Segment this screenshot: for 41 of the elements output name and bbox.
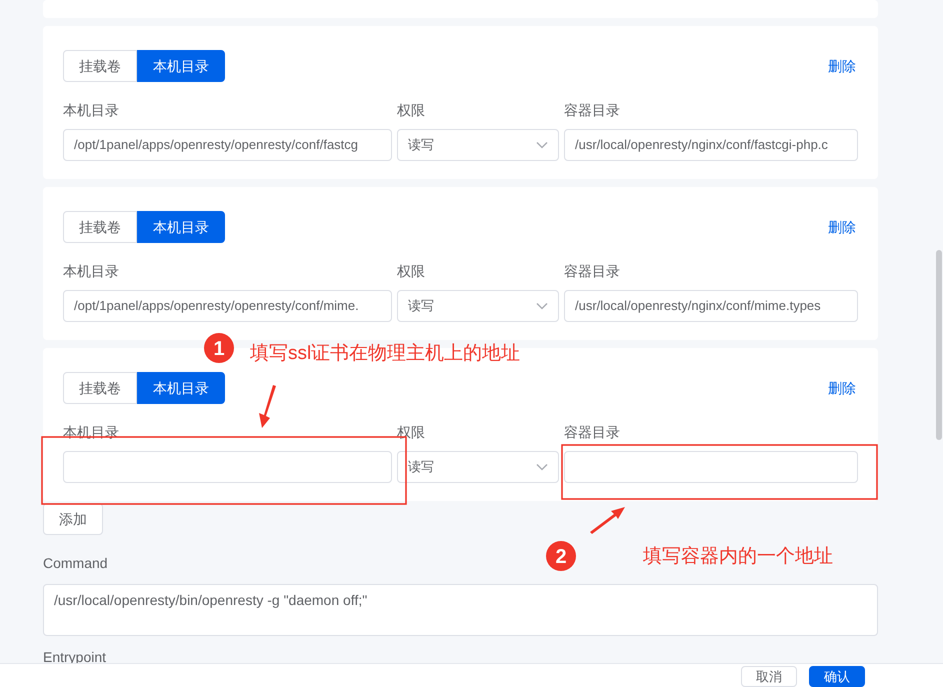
field-label: 容器目录 <box>564 262 620 281</box>
field-label: Entrypoint <box>43 650 106 664</box>
type-toggle[interactable]: 挂载卷 <box>63 372 137 404</box>
annotation-text: 填写ssl证书在物理主机上的地址 <box>250 344 520 363</box>
cancel-button[interactable]: 取消 <box>741 666 797 687</box>
type-toggle[interactable]: 挂载卷 <box>63 211 137 243</box>
field-label: 本机目录 <box>63 101 119 120</box>
command-field[interactable]: /usr/local/openresty/bin/openresty -g "daemon off;" <box>43 584 878 636</box>
field-label: 容器目录 <box>564 423 620 442</box>
type-toggle[interactable]: 本机目录 <box>137 50 225 82</box>
field-label: 权限 <box>397 101 425 120</box>
delete-link[interactable]: 删除 <box>828 56 856 76</box>
container-path-field[interactable]: /usr/local/openresty/nginx/conf/mime.types <box>564 290 858 322</box>
chevron-down-icon <box>536 463 548 471</box>
add-button[interactable]: 添加 <box>43 503 103 535</box>
confirm-button[interactable]: 确认 <box>809 666 865 687</box>
annotation-text: 填写容器内的一个地址 <box>643 547 833 566</box>
container-path-field[interactable] <box>564 451 858 483</box>
field-label: 本机目录 <box>63 262 119 281</box>
field-label: 权限 <box>397 262 425 281</box>
chevron-down-icon <box>536 302 548 310</box>
chevron-down-icon <box>536 141 548 149</box>
host-path-field[interactable]: /opt/1panel/apps/openresty/openresty/conf/fastcg <box>63 129 392 161</box>
arrow-icon <box>259 385 276 428</box>
permission-select[interactable]: 读写 <box>397 129 559 161</box>
number-badge: 1 <box>204 333 234 363</box>
container-path-field[interactable]: /usr/local/openresty/nginx/conf/fastcgi-php.c <box>564 129 858 161</box>
type-toggle[interactable]: 挂载卷 <box>63 50 137 82</box>
permission-select[interactable]: 读写 <box>397 451 559 483</box>
permission-select[interactable]: 读写 <box>397 290 559 322</box>
delete-link[interactable]: 删除 <box>828 378 856 398</box>
field-label: 容器目录 <box>564 101 620 120</box>
type-toggle[interactable]: 本机目录 <box>137 372 225 404</box>
arrow-icon <box>590 507 625 534</box>
delete-link[interactable]: 删除 <box>828 216 856 238</box>
scrollbar[interactable] <box>936 250 942 440</box>
type-toggle[interactable]: 本机目录 <box>137 211 225 243</box>
number-badge: 2 <box>546 541 576 571</box>
host-path-field[interactable]: /opt/1panel/apps/openresty/openresty/conf/mime. <box>63 290 392 322</box>
field-label: Command <box>43 554 108 573</box>
host-path-field[interactable] <box>63 451 392 483</box>
